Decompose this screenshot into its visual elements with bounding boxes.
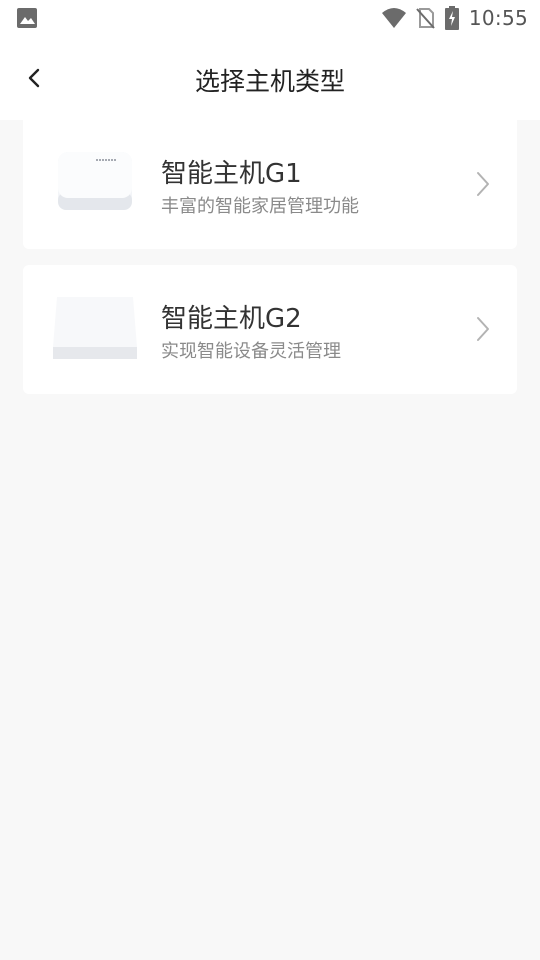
status-bar: 10:55: [0, 0, 540, 38]
device-card-g1[interactable]: 智能主机G1 丰富的智能家居管理功能: [23, 120, 517, 249]
no-sim-icon: [416, 8, 435, 29]
battery-charging-icon: [444, 6, 459, 30]
page-title: 选择主机类型: [194, 67, 345, 96]
chevron-right-icon: [477, 172, 489, 196]
device-description: 实现智能设备灵活管理: [161, 341, 341, 362]
wifi-icon: [381, 8, 406, 28]
app-bar: 选择主机类型: [0, 38, 540, 120]
hub-g1-image: [58, 152, 132, 210]
device-description: 丰富的智能家居管理功能: [161, 196, 359, 217]
clock: 10:55: [468, 6, 528, 30]
device-name: 智能主机G1: [161, 159, 302, 189]
device-list: 智能主机G1 丰富的智能家居管理功能 智能主机G2 实现智能设备灵活管理: [23, 120, 517, 394]
device-name: 智能主机G2: [161, 304, 302, 334]
chevron-right-icon: [477, 317, 489, 341]
device-card-g2[interactable]: 智能主机G2 实现智能设备灵活管理: [23, 265, 517, 394]
hub-g2-image: [53, 297, 137, 359]
gallery-icon: [17, 8, 37, 28]
